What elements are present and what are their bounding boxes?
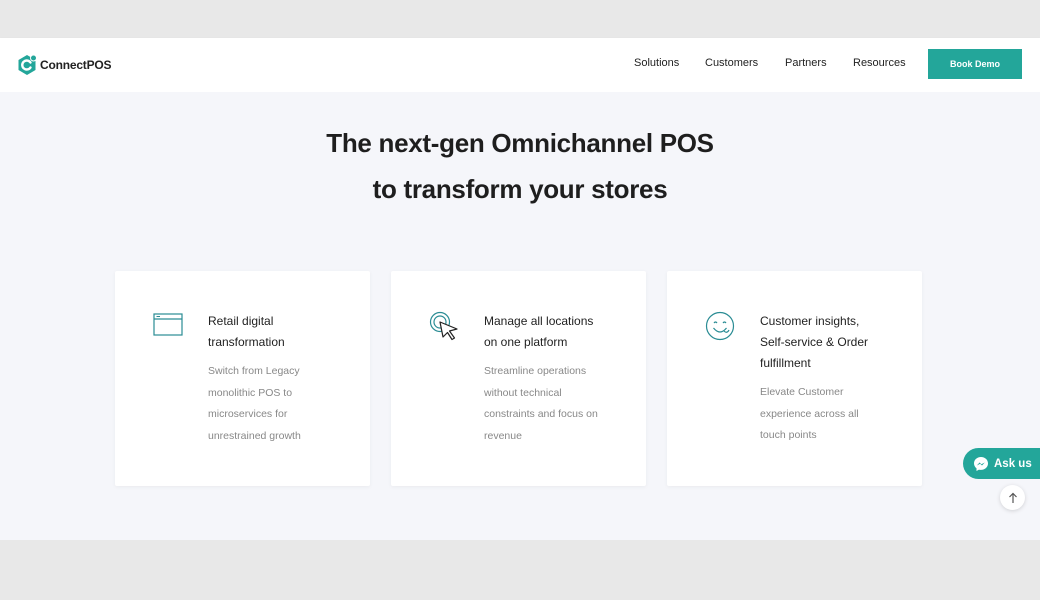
nav-resources[interactable]: Resources	[853, 57, 906, 69]
book-demo-button[interactable]: Book Demo	[928, 49, 1022, 79]
ask-us-label: Ask us	[994, 457, 1032, 470]
top-band	[0, 0, 1040, 38]
messenger-icon	[974, 456, 988, 471]
card-title: Manage all locations on one platform	[484, 314, 594, 349]
browser-window-icon	[153, 313, 183, 336]
pointer-click-icon	[429, 311, 458, 341]
nav-partners[interactable]: Partners	[785, 57, 827, 69]
logo[interactable]: ConnectPOS	[16, 54, 112, 76]
hero-title-line1: The next-gen Omnichannel POS	[326, 128, 714, 158]
footer-band	[0, 540, 1040, 600]
hero-section: The next-gen Omnichannel POS to transfor…	[0, 92, 1040, 540]
card-description: Streamline operations without technical …	[484, 365, 598, 442]
smiley-face-icon	[705, 311, 735, 341]
connectpos-logo-icon	[18, 54, 37, 75]
feature-card-locations: Manage all locations on one platform Str…	[391, 271, 646, 486]
nav-solutions[interactable]: Solutions	[634, 57, 679, 69]
card-title: Retail digital transformation	[208, 314, 285, 349]
feature-card-insights: Customer insights, Self-service & Order …	[667, 271, 922, 486]
logo-text: ConnectPOS	[40, 58, 112, 72]
arrow-up-icon	[1008, 492, 1017, 503]
ask-us-chat-button[interactable]: Ask us	[963, 448, 1040, 479]
hero-title-line2: to transform your stores	[372, 174, 668, 204]
card-description: Elevate Customer experience across all t…	[760, 386, 859, 441]
nav-customers[interactable]: Customers	[705, 57, 758, 69]
card-title: Customer insights, Self-service & Order …	[760, 314, 869, 370]
feature-card-retail: Retail digital transformation Switch fro…	[115, 271, 370, 486]
site-header: ConnectPOS Solutions Customers Partners …	[0, 38, 1040, 92]
card-description: Switch from Legacy monolithic POS to mic…	[208, 365, 301, 442]
scroll-to-top-button[interactable]	[1000, 485, 1025, 510]
